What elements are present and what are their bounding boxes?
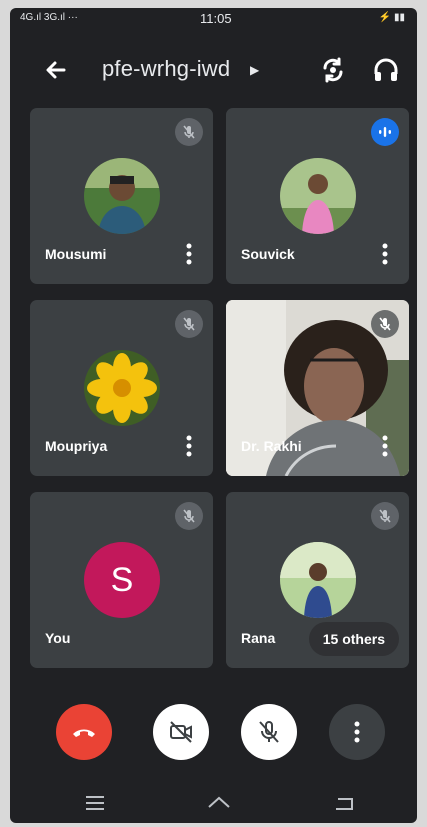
switch-camera-icon[interactable]: [317, 54, 349, 86]
more-options-icon[interactable]: [183, 434, 195, 458]
participant-name: Souvick: [241, 246, 295, 262]
more-options-icon[interactable]: [379, 434, 391, 458]
back-arrow-icon[interactable]: [40, 54, 72, 86]
system-navigation-bar: [10, 783, 417, 823]
mic-off-icon: [371, 502, 399, 530]
participant-tile[interactable]: Moupriya: [30, 300, 213, 476]
video-off-icon: [170, 721, 192, 743]
participant-name: You: [45, 630, 71, 646]
menu-icon[interactable]: [82, 791, 108, 815]
participant-name: Moupriya: [45, 438, 108, 454]
call-controls: [10, 704, 417, 764]
back-nav-icon[interactable]: [332, 791, 358, 815]
call-header: pfe-wrhg-iwd ▶: [10, 44, 417, 94]
home-icon[interactable]: [206, 791, 232, 815]
avatar: [84, 350, 160, 426]
headphones-icon[interactable]: [370, 54, 402, 86]
participant-tile[interactable]: Rana 15 others: [226, 492, 409, 668]
participant-name: Mousumi: [45, 246, 107, 262]
participant-tile[interactable]: Mousumi: [30, 108, 213, 284]
speaking-indicator-icon: [371, 118, 399, 146]
more-vert-icon: [354, 721, 360, 743]
status-bar: 4G.ıl 3G.ıl ··· 11:05 ⚡ ▮▮: [10, 8, 417, 30]
hang-up-icon: [73, 729, 95, 737]
more-options-button[interactable]: [329, 704, 385, 760]
avatar: S: [84, 542, 160, 618]
mic-off-icon: [259, 721, 279, 743]
end-call-button[interactable]: [56, 704, 112, 760]
more-options-icon[interactable]: [379, 242, 391, 266]
mic-off-icon: [175, 310, 203, 338]
participant-tile[interactable]: Souvick: [226, 108, 409, 284]
participant-name: Rana: [241, 630, 276, 646]
self-tile[interactable]: S You: [30, 492, 213, 668]
caret-right-icon[interactable]: ▶: [250, 63, 259, 77]
signal-indicators: 4G.ıl 3G.ıl ···: [20, 12, 78, 23]
meet-call-screen: 4G.ıl 3G.ıl ··· 11:05 ⚡ ▮▮ pfe-wrhg-iwd …: [10, 8, 417, 823]
mic-off-icon: [175, 502, 203, 530]
mic-toggle-button[interactable]: [241, 704, 297, 760]
avatar: [280, 542, 356, 618]
participant-name: Dr. Rakhi: [241, 438, 302, 454]
participant-video-tile[interactable]: Dr. Rakhi: [226, 300, 409, 476]
mic-off-icon: [175, 118, 203, 146]
battery-indicator: ⚡ ▮▮: [378, 12, 405, 23]
avatar: [84, 158, 160, 234]
room-code[interactable]: pfe-wrhg-iwd: [102, 56, 230, 82]
more-options-icon[interactable]: [183, 242, 195, 266]
clock: 11:05: [200, 11, 232, 26]
others-count-button[interactable]: 15 others: [308, 622, 399, 656]
mic-off-icon: [371, 310, 399, 338]
camera-toggle-button[interactable]: [153, 704, 209, 760]
avatar: [280, 158, 356, 234]
